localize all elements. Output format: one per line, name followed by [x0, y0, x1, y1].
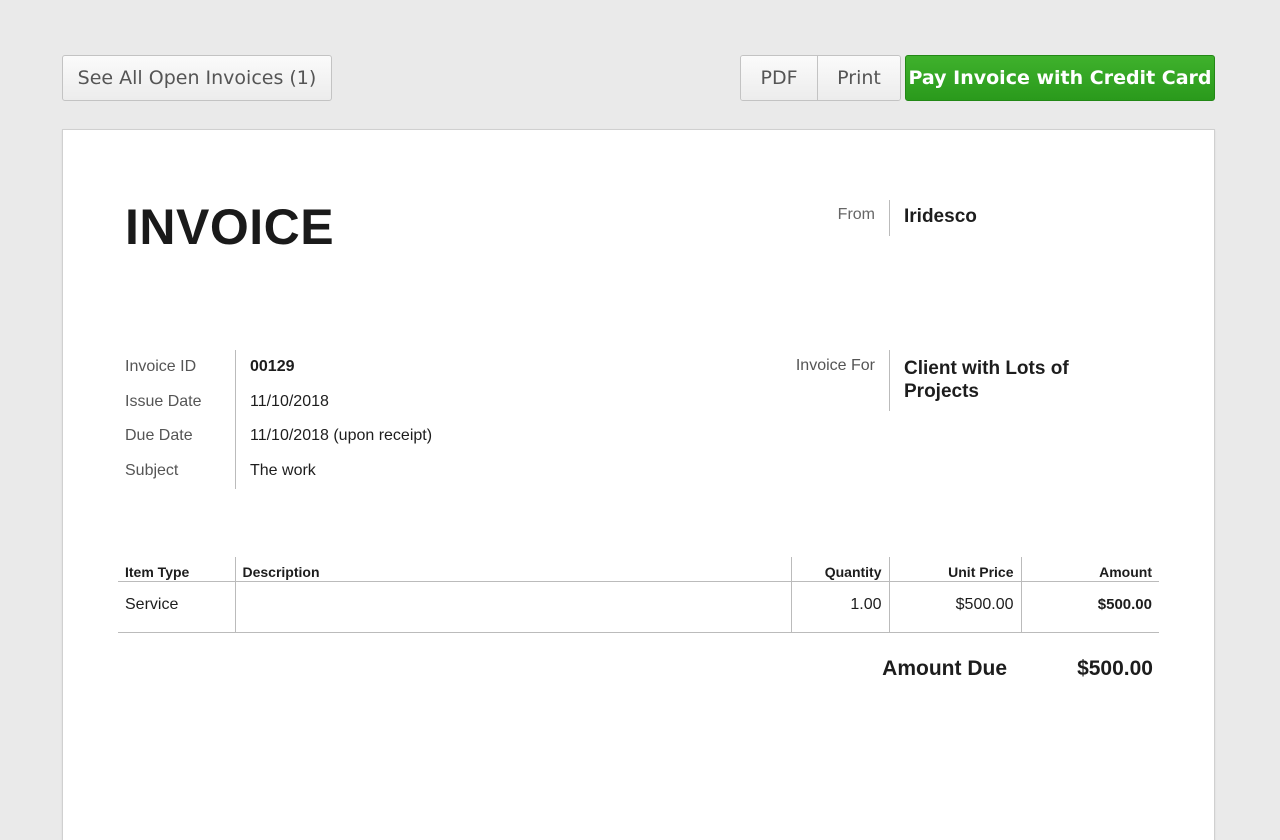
amount-due-value: $500.00 — [1077, 657, 1153, 680]
header-unit-price: Unit Price — [888, 557, 1021, 582]
invoice-meta-labels: Invoice ID Issue Date Due Date Subject — [125, 358, 201, 496]
due-date-label: Due Date — [125, 427, 193, 444]
from-company: Iridesco — [904, 206, 977, 227]
issue-date-value: 11/10/2018 — [250, 392, 329, 410]
pay-invoice-button[interactable]: Pay Invoice with Credit Card — [905, 55, 1215, 101]
header-quantity: Quantity — [790, 557, 889, 582]
cell-item-type: Service — [118, 581, 235, 633]
invoice-id-label: Invoice ID — [125, 358, 197, 375]
invoice-meta-values: 00129 11/10/2018 11/10/2018 (upon receip… — [250, 358, 432, 496]
invoice-document: INVOICE From Iridesco Invoice ID Issue D… — [62, 129, 1215, 840]
invoice-for-divider — [889, 350, 890, 411]
cell-description — [234, 581, 791, 633]
due-date-value: 11/10/2018 (upon receipt) — [250, 427, 433, 444]
print-button[interactable]: Print — [818, 56, 900, 100]
cell-unit-price: $500.00 — [888, 581, 1021, 633]
invoice-for-label: Invoice For — [795, 357, 875, 374]
cell-quantity: 1.00 — [790, 581, 889, 633]
issue-date-label: Issue Date — [125, 392, 202, 410]
export-button-group: PDF Print — [740, 55, 901, 101]
header-amount: Amount — [1020, 557, 1159, 582]
from-divider — [889, 200, 890, 236]
subject-label: Subject — [125, 461, 179, 479]
line-items-table: Item Type Description Quantity Unit Pric… — [118, 557, 1159, 633]
from-label: From — [837, 206, 875, 223]
header-item-type: Item Type — [118, 557, 235, 582]
header-description: Description — [234, 557, 791, 582]
see-all-open-invoices-button[interactable]: See All Open Invoices (1) — [62, 55, 332, 101]
invoice-title: INVOICE — [125, 199, 335, 255]
invoice-id-value: 00129 — [250, 358, 295, 375]
subject-value: The work — [250, 461, 316, 479]
meta-divider — [235, 350, 236, 489]
amount-due-label: Amount Due — [882, 657, 1007, 680]
cell-amount: $500.00 — [1020, 581, 1159, 633]
invoice-for-client: Client with Lots of Projects — [904, 358, 1069, 402]
pdf-button[interactable]: PDF — [741, 56, 818, 100]
table-header-row: Item Type Description Quantity Unit Pric… — [118, 557, 1159, 582]
table-row: Service 1.00 $500.00 $500.00 — [118, 581, 1159, 633]
